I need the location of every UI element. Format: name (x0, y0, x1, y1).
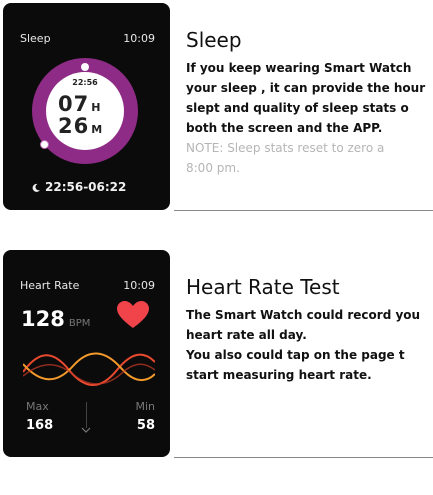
body-line: slept and quality of sleep stats o (186, 101, 409, 115)
sleep-watch-screen: Sleep 10:09 22:56 07 H 26 M 22:56-06:22 (3, 3, 170, 210)
body-line: heart rate all day. (186, 328, 307, 342)
min-label: Min (135, 400, 155, 413)
sleep-hours-unit: H (91, 101, 102, 114)
heart-rate-card: Heart Rate 10:09 128 BPM Max Min 168 58 H… (0, 247, 433, 458)
body-line: both the screen and the APP. (186, 121, 383, 135)
sleep-minutes: 26 M (58, 114, 103, 138)
divider (174, 210, 433, 211)
stats-divider (86, 402, 87, 428)
heart-rate-waveform (23, 352, 155, 386)
sleep-hours: 07 H (58, 92, 101, 116)
sleep-duration-dial: 22:56 07 H 26 M (46, 72, 124, 150)
chevron-down-icon (81, 427, 91, 433)
watch-screen-title: Heart Rate (20, 279, 80, 292)
bpm-unit: BPM (68, 318, 91, 329)
body-line: your sleep , it can provide the hour (186, 81, 426, 95)
min-value: 58 (136, 418, 155, 433)
sleep-range-text: 22:56-06:22 (45, 180, 127, 194)
body-line: start measuring heart rate. (186, 368, 372, 382)
ring-end-marker (40, 140, 49, 149)
heart-rate-body-text: The Smart Watch could record you heart r… (186, 305, 433, 385)
watch-clock: 10:09 (123, 279, 155, 292)
heart-rate-reading: 128 BPM (21, 307, 90, 331)
sleep-ring: 22:56 07 H 26 M (32, 58, 138, 164)
sleep-note-line: NOTE: Sleep stats reset to zero a (186, 141, 385, 155)
body-line: If you keep wearing Smart Watch (186, 61, 412, 75)
ring-start-marker (81, 63, 89, 71)
body-line: The Smart Watch could record you (186, 308, 421, 322)
sleep-hours-value: 07 (58, 92, 90, 116)
sleep-start-time: 22:56 (72, 78, 98, 87)
divider (174, 457, 433, 458)
sleep-body-text: If you keep wearing Smart Watch your sle… (186, 58, 433, 178)
max-label: Max (26, 400, 49, 413)
section-title-sleep: Sleep (186, 28, 242, 52)
watch-clock: 10:09 (123, 32, 155, 45)
sleep-description: Sleep If you keep wearing Smart Watch yo… (186, 0, 433, 210)
sleep-minutes-unit: M (91, 123, 104, 136)
body-line: You also could tap on the page t (186, 348, 405, 362)
sleep-card: Sleep 10:09 22:56 07 H 26 M 22:56-06:22 Sl… (0, 0, 433, 211)
heart-rate-watch-screen: Heart Rate 10:09 128 BPM Max Min 168 58 (3, 250, 170, 457)
heart-rate-description: Heart Rate Test The Smart Watch could re… (186, 247, 433, 457)
sleep-range: 22:56-06:22 (31, 180, 126, 194)
bpm-value: 128 (21, 307, 65, 331)
sleep-note-line: 8:00 pm. (186, 161, 240, 175)
sleep-minutes-value: 26 (58, 114, 90, 138)
max-value: 168 (26, 418, 54, 433)
heart-icon (117, 301, 149, 328)
section-title-heart-rate: Heart Rate Test (186, 275, 340, 299)
watch-screen-title: Sleep (20, 32, 51, 45)
moon-icon (32, 183, 40, 192)
